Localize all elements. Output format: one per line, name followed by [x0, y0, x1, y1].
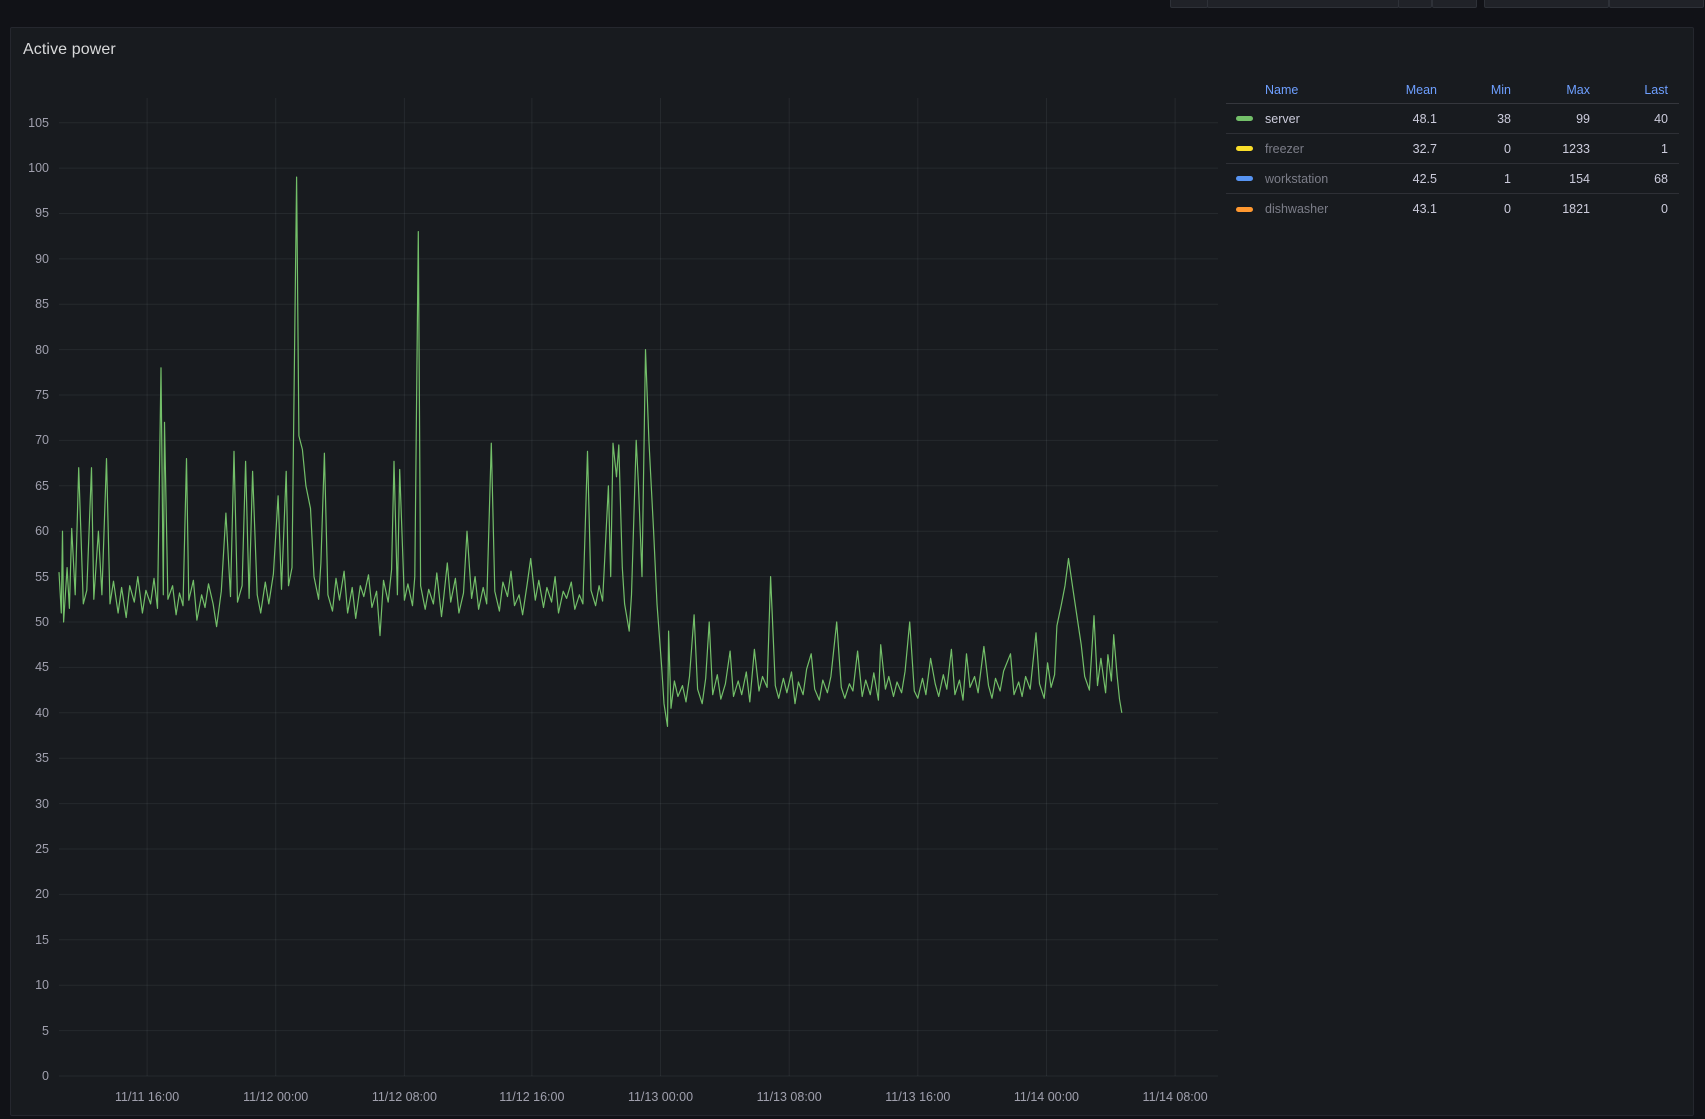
y-tick-label: 60 — [5, 523, 49, 539]
y-tick-label: 10 — [5, 977, 49, 993]
y-tick-label: 80 — [5, 342, 49, 358]
y-tick-label: 90 — [5, 251, 49, 267]
legend-stat-value: 0 — [1437, 202, 1511, 216]
y-tick-label: 65 — [5, 478, 49, 494]
legend-stat-value: 0 — [1437, 142, 1511, 156]
time-range-button[interactable] — [1207, 0, 1399, 8]
y-tick-label: 0 — [5, 1068, 49, 1084]
legend-stat-value: 43.1 — [1347, 202, 1437, 216]
panel-title[interactable]: Active power — [23, 34, 116, 66]
y-tick-label: 75 — [5, 387, 49, 403]
x-tick-label: 11/14 08:00 — [1130, 1089, 1220, 1105]
x-tick-label: 11/12 08:00 — [359, 1089, 449, 1105]
legend-stat-value: 32.7 — [1347, 142, 1437, 156]
y-tick-label: 45 — [5, 659, 49, 675]
series-color-swatch — [1236, 176, 1253, 181]
legend-stat-value: 1821 — [1511, 202, 1590, 216]
legend-header-row: Name Mean Min Max Last — [1226, 77, 1679, 104]
legend-stat-value: 1233 — [1511, 142, 1590, 156]
y-tick-label: 15 — [5, 932, 49, 948]
legend-stat-value: 1 — [1590, 142, 1668, 156]
legend-stat-value: 68 — [1590, 172, 1668, 186]
y-tick-label: 40 — [5, 705, 49, 721]
x-tick-label: 11/13 00:00 — [616, 1089, 706, 1105]
legend-stat-value: 0 — [1590, 202, 1668, 216]
x-tick-label: 11/14 00:00 — [1001, 1089, 1091, 1105]
legend-stat-value: 1 — [1437, 172, 1511, 186]
y-tick-label: 55 — [5, 569, 49, 585]
legend-stat-value: 154 — [1511, 172, 1590, 186]
legend-series-name[interactable]: freezer — [1226, 142, 1347, 156]
legend-series-name[interactable]: workstation — [1226, 172, 1347, 186]
toolbar-button-fragment[interactable] — [1609, 0, 1704, 8]
y-tick-label: 95 — [5, 205, 49, 221]
legend-table: Name Mean Min Max Last server 48.1389940 f… — [1226, 77, 1679, 224]
grafana-dashboard: { "panel": { "title": "Active power" }, … — [0, 0, 1705, 1118]
y-tick-label: 70 — [5, 432, 49, 448]
legend-stat-value: 42.5 — [1347, 172, 1437, 186]
time-picker-clock-button[interactable] — [1170, 0, 1208, 8]
legend-row-dishwasher[interactable]: dishwasher43.1018210 — [1226, 194, 1679, 224]
x-tick-label: 11/13 08:00 — [744, 1089, 834, 1105]
x-tick-label: 11/11 16:00 — [102, 1089, 192, 1105]
legend-stat-value: 40 — [1590, 112, 1668, 126]
y-tick-label: 50 — [5, 614, 49, 630]
y-tick-label: 35 — [5, 750, 49, 766]
timeseries-panel: Active power 051015202530354045505560657… — [10, 27, 1694, 1116]
series-label: freezer — [1265, 142, 1304, 156]
y-tick-label: 105 — [5, 115, 49, 131]
legend-stat-value: 99 — [1511, 112, 1590, 126]
series-color-swatch — [1236, 207, 1253, 212]
legend-series-name[interactable]: server — [1226, 112, 1347, 126]
series-label: dishwasher — [1265, 202, 1328, 216]
legend-row-server[interactable]: server 48.1389940 — [1226, 104, 1679, 134]
x-tick-label: 11/12 16:00 — [487, 1089, 577, 1105]
y-tick-label: 5 — [5, 1023, 49, 1039]
legend-row-workstation[interactable]: workstation 42.5115468 — [1226, 164, 1679, 194]
zoom-out-icon[interactable] — [1398, 0, 1432, 8]
x-tick-label: 11/13 16:00 — [873, 1089, 963, 1105]
y-tick-label: 25 — [5, 841, 49, 857]
refresh-button[interactable] — [1432, 0, 1477, 8]
legend-header-mean[interactable]: Mean — [1347, 83, 1437, 97]
legend-header-last[interactable]: Last — [1590, 83, 1668, 97]
x-tick-label: 11/12 00:00 — [231, 1089, 321, 1105]
series-color-swatch — [1236, 116, 1253, 121]
legend-header-max[interactable]: Max — [1511, 83, 1590, 97]
legend-header-min[interactable]: Min — [1437, 83, 1511, 97]
y-tick-label: 20 — [5, 886, 49, 902]
legend-stat-value: 38 — [1437, 112, 1511, 126]
toolbar-button-fragment[interactable] — [1484, 0, 1609, 8]
series-label: server — [1265, 112, 1300, 126]
series-color-swatch — [1236, 146, 1253, 151]
series-line-server — [59, 177, 1122, 726]
y-tick-label: 30 — [5, 796, 49, 812]
legend-series-name[interactable]: dishwasher — [1226, 202, 1347, 216]
legend-stat-value: 48.1 — [1347, 112, 1437, 126]
y-tick-label: 85 — [5, 296, 49, 312]
legend-header-name[interactable]: Name — [1226, 83, 1347, 97]
legend-row-freezer[interactable]: freezer 32.7012331 — [1226, 134, 1679, 164]
series-label: workstation — [1265, 172, 1328, 186]
y-tick-label: 100 — [5, 160, 49, 176]
